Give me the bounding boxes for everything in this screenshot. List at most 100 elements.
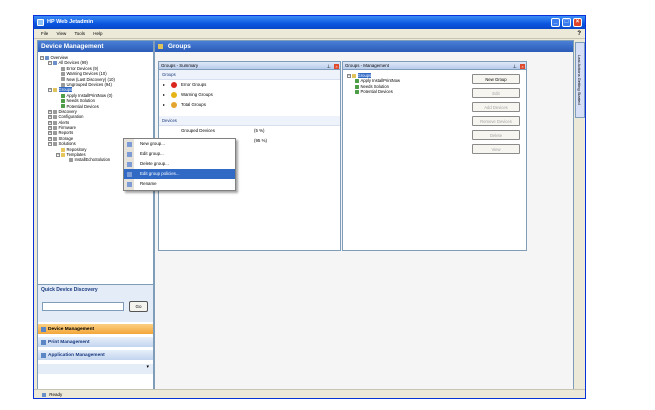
expand-arrow-icon[interactable]: ▸ — [163, 80, 165, 90]
expand-icon[interactable]: + — [48, 115, 52, 120]
groups-icon — [158, 43, 163, 49]
device-row[interactable]: Grouped Devices (5 %) — [159, 126, 340, 136]
checked-group-icon — [355, 79, 359, 84]
context-menu-item[interactable]: Edit group policies... — [124, 169, 235, 179]
expand-arrow-icon[interactable]: ▸ — [163, 90, 165, 100]
tree-label: Alerts — [58, 119, 70, 125]
management-tree-label: Groups — [357, 73, 372, 78]
management-tree-item[interactable]: Potential Devices — [347, 89, 400, 94]
discovery-input[interactable] — [42, 302, 124, 311]
status-text: Ready — [49, 392, 63, 397]
management-title: Groups - Management — [345, 63, 389, 68]
folder-icon — [61, 152, 65, 157]
side-tab-getting-started[interactable]: Last Actions Getting Started — [575, 42, 585, 118]
expand-icon[interactable]: + — [48, 136, 52, 141]
management-tree: − Groups Apply InstallPrintNow Needs Soluti… — [347, 73, 400, 95]
node-icon — [53, 136, 57, 141]
tree-label: Discovery — [58, 108, 77, 114]
tree-label: Firmware — [58, 125, 76, 131]
tree-label: Apply InstallPrintNow (0) — [66, 92, 113, 98]
node-icon — [69, 158, 73, 163]
collapse-icon[interactable]: − — [48, 88, 52, 93]
menu-view[interactable]: View — [57, 31, 67, 36]
close-icon[interactable]: × — [520, 63, 525, 69]
add-devices-button[interactable]: Add Devices — [472, 102, 520, 112]
view-button[interactable]: View — [472, 144, 520, 154]
chevron-down-icon[interactable]: ▾ — [146, 364, 149, 370]
collapse-icon[interactable]: − — [56, 152, 60, 157]
tree-label: Needs Solution — [66, 98, 95, 104]
total-icon — [171, 102, 177, 108]
node-icon — [53, 109, 57, 114]
groups-management-panel: Groups - Management ⊥ × − Groups Apply Ins… — [342, 61, 527, 251]
node-icon — [53, 115, 57, 120]
expand-icon[interactable]: + — [48, 120, 52, 125]
group-icon — [53, 88, 57, 93]
tree-label: InstallEchoSolution — [74, 157, 111, 163]
pin-icon[interactable]: ⊥ — [513, 63, 517, 71]
help-icon[interactable]: ? — [577, 29, 581, 39]
context-menu-item[interactable]: Edit group... — [124, 149, 235, 159]
menu-file[interactable]: File — [41, 31, 48, 36]
expand-icon[interactable]: + — [48, 131, 52, 136]
close-icon[interactable]: × — [334, 63, 339, 69]
summary-row[interactable]: ▸ Warning Groups — [159, 90, 340, 100]
edit-button[interactable]: Edit — [472, 88, 520, 98]
summary-row[interactable]: ▸ Total Groups — [159, 100, 340, 110]
groups-title: Groups — [167, 43, 191, 50]
expand-arrow-icon[interactable]: ▸ — [163, 100, 165, 110]
minimize-button[interactable]: _ — [551, 18, 560, 27]
quick-device-discovery: Quick Device Discovery Go — [38, 284, 153, 322]
menu-item-icon — [127, 171, 132, 177]
computer-icon — [53, 61, 57, 66]
nav-application-management[interactable]: Application Management — [38, 349, 153, 360]
tree-label: Repository — [66, 146, 87, 152]
title-bar: HP Web Jetadmin _ □ × — [34, 16, 585, 29]
context-menu-item[interactable]: New group... — [124, 139, 235, 149]
node-icon — [53, 142, 57, 147]
nav-label: Device Management — [48, 327, 95, 332]
management-tree-label: Apply InstallPrintNow — [360, 78, 401, 84]
collapse-icon[interactable]: − — [48, 142, 52, 147]
nav-print-management[interactable]: Print Management — [38, 336, 153, 347]
remove-devices-button[interactable]: Remove Devices — [472, 116, 520, 126]
app-window: HP Web Jetadmin _ □ × File View Tools He… — [33, 15, 586, 399]
summary-header: Groups - Summary ⊥ × — [159, 62, 340, 70]
nav-device-management[interactable]: Device Management — [38, 323, 153, 334]
delete-button[interactable]: Delete — [472, 130, 520, 140]
device-row-value: (95 %) — [254, 138, 267, 143]
context-menu-label: New group... — [140, 141, 165, 146]
collapse-icon[interactable]: − — [40, 55, 44, 60]
summary-row-label: Warning Groups — [181, 92, 213, 97]
collapse-icon[interactable]: − — [48, 61, 52, 66]
management-tree-label: Potential Devices — [360, 89, 393, 95]
summary-group-rows: ▸ Error Groups ▸ Warning Groups ▸ Total Group… — [159, 80, 340, 110]
tree-label: Error Devices (9) — [66, 65, 99, 71]
management-header: Groups - Management ⊥ × — [343, 62, 526, 70]
expand-icon[interactable]: + — [48, 125, 52, 130]
nav-overflow[interactable]: ▾ — [38, 364, 153, 374]
expand-icon[interactable]: + — [48, 109, 52, 114]
management-tree-label: Needs Solution — [360, 83, 389, 89]
new-group-button[interactable]: New Group — [472, 74, 520, 84]
context-menu-item[interactable]: Rename — [124, 179, 235, 189]
menu-tools[interactable]: Tools — [74, 31, 85, 36]
checked-group-icon — [61, 93, 65, 98]
tree-label: Storage — [58, 135, 74, 141]
device-management-icon — [41, 327, 46, 332]
pin-icon[interactable]: ⊥ — [327, 63, 331, 71]
node-icon — [61, 66, 65, 71]
maximize-button[interactable]: □ — [562, 18, 571, 27]
close-button[interactable]: × — [573, 18, 582, 27]
nav-label: Application Management — [48, 353, 105, 358]
tree-label: All Devices (99) — [58, 60, 88, 66]
checked-group-icon — [61, 104, 65, 109]
management-buttons: New Group Edit Add Devices Remove Devices De… — [472, 74, 522, 158]
tree-label: Templates — [66, 152, 86, 158]
menu-help[interactable]: Help — [93, 31, 102, 36]
checked-group-icon — [61, 99, 65, 104]
context-menu-item[interactable]: Delete group... — [124, 159, 235, 169]
go-button[interactable]: Go — [129, 301, 148, 312]
collapse-icon[interactable]: − — [347, 73, 351, 78]
summary-row[interactable]: ▸ Error Groups — [159, 80, 340, 90]
